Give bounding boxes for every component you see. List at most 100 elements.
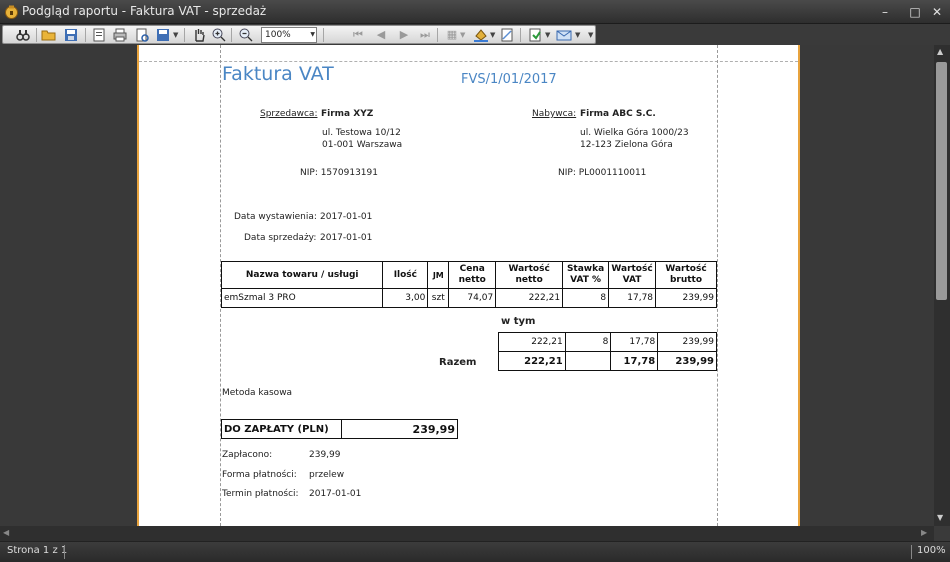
last-page-icon[interactable]: ⏭ xyxy=(417,27,433,43)
summary-rate-cell: 8 xyxy=(564,332,612,352)
summary-vat-cell: 17,78 xyxy=(610,332,659,352)
toolbar: ▼ 100% ▼ ⏮ ◀ ▶ ⏭ ▦ ▼ ▼ ▼ ▼ ▼ xyxy=(2,25,596,44)
header-cell: JM xyxy=(427,261,450,289)
vat-rate-cell: 8 xyxy=(562,288,610,308)
zoom-select[interactable]: 100% ▼ xyxy=(261,27,317,43)
minimize-button[interactable]: – xyxy=(874,3,896,21)
export-icon[interactable] xyxy=(155,27,171,43)
report-preview-window: Podgląd raportu - Faktura VAT - sprzedaż… xyxy=(0,0,950,562)
gross-value-cell: 239,99 xyxy=(655,288,717,308)
send-email-icon[interactable] xyxy=(556,27,572,43)
paid-value: 239,99 xyxy=(309,450,341,460)
background-dropdown-arrow[interactable]: ▼ xyxy=(490,27,495,43)
table-header-row: Nazwa towaru / usługi Ilość JM Cena nett… xyxy=(220,261,717,289)
hand-tool-icon[interactable] xyxy=(191,27,207,43)
buyer-name: Firma ABC S.C. xyxy=(580,109,656,119)
horizontal-scrollbar[interactable]: ◀ ▶ xyxy=(0,526,934,541)
sale-date-label: Data sprzedaży: xyxy=(244,233,317,243)
margin-guide-top xyxy=(139,61,798,62)
unit-cell: szt xyxy=(427,288,450,308)
chevron-down-icon: ▼ xyxy=(310,31,315,38)
total-row: 222,21 17,78 239,99 xyxy=(498,351,717,371)
export-dropdown-arrow[interactable]: ▼ xyxy=(173,27,178,43)
close-button[interactable]: ✕ xyxy=(926,3,948,21)
vat-summary-table: 222,21 8 17,78 239,99 222,21 17,78 239,9… xyxy=(498,332,717,371)
print-icon[interactable] xyxy=(112,27,128,43)
seller-city: 01-001 Warszawa xyxy=(322,140,403,150)
payment-deadline-value: 2017-01-01 xyxy=(309,489,362,499)
zoom-out-icon[interactable] xyxy=(238,27,254,43)
vertical-scroll-thumb[interactable] xyxy=(936,62,947,300)
header-cell: Ilość xyxy=(382,261,429,289)
prev-page-icon[interactable]: ◀ xyxy=(373,27,389,43)
vat-value-cell: 17,78 xyxy=(608,288,657,308)
send-email-dropdown-arrow[interactable]: ▼ xyxy=(575,27,580,43)
issue-date-value: 2017-01-01 xyxy=(320,212,373,222)
seller-name: Firma XYZ xyxy=(321,109,374,119)
seller-street: ul. Testowa 10/12 xyxy=(322,128,401,138)
page-counter: Strona 1 z 1 xyxy=(7,545,68,556)
multipage-icon[interactable]: ▦ xyxy=(444,27,460,43)
items-table: Nazwa towaru / usługi Ilość JM Cena nett… xyxy=(220,261,717,308)
payment-deadline-label: Termin płatności: xyxy=(222,489,299,499)
background-color-icon[interactable] xyxy=(473,27,489,43)
quantity-cell: 3,00 xyxy=(382,288,429,308)
buyer-nip: NIP: PL0001110011 xyxy=(558,168,647,178)
total-net-cell: 222,21 xyxy=(498,351,566,371)
invoice-title: Faktura VAT xyxy=(222,63,334,85)
export-document-icon[interactable] xyxy=(527,27,543,43)
summary-net-cell: 222,21 xyxy=(498,332,566,352)
next-page-icon[interactable]: ▶ xyxy=(396,27,412,43)
buyer-city: 12-123 Zielona Góra xyxy=(580,140,673,150)
issue-date-label: Data wystawienia: xyxy=(234,212,317,222)
vat-breakdown-row: 222,21 8 17,78 239,99 xyxy=(498,332,717,352)
open-icon[interactable] xyxy=(41,27,57,43)
multipage-dropdown-arrow[interactable]: ▼ xyxy=(460,27,465,43)
margin-guide-right xyxy=(717,45,718,526)
zoom-in-icon[interactable] xyxy=(211,27,227,43)
buyer-label: Nabywca: xyxy=(532,109,577,119)
amount-due-label: DO ZAPŁATY (PLN) xyxy=(221,419,342,439)
maximize-button[interactable]: □ xyxy=(904,3,926,21)
amount-due-table: DO ZAPŁATY (PLN) 239,99 xyxy=(221,419,459,439)
total-gross-cell: 239,99 xyxy=(657,351,717,371)
window-title: Podgląd raportu - Faktura VAT - sprzedaż xyxy=(22,4,267,18)
report-page: Faktura VAT FVS/1/01/2017 Sprzedawca: Fi… xyxy=(137,45,800,526)
amount-due-row: DO ZAPŁATY (PLN) 239,99 xyxy=(221,419,459,439)
watermark-icon[interactable] xyxy=(499,27,515,43)
status-zoom: 100% xyxy=(917,545,946,556)
status-divider xyxy=(64,545,65,559)
scroll-up-icon[interactable]: ▲ xyxy=(937,47,943,56)
total-vat-cell: 17,78 xyxy=(610,351,659,371)
unit-price-cell: 74,07 xyxy=(448,288,497,308)
table-row: emSzmal 3 PRO 3,00 szt 74,07 222,21 8 17… xyxy=(220,288,717,308)
toolbar-overflow-arrow[interactable]: ▼ xyxy=(588,27,593,43)
save-icon[interactable] xyxy=(63,27,79,43)
first-page-icon[interactable]: ⏮ xyxy=(350,27,366,43)
page-setup-icon[interactable] xyxy=(91,27,107,43)
payment-form-value: przelew xyxy=(309,470,345,480)
payment-form-label: Forma płatności: xyxy=(222,470,297,480)
wtym-label: w tym xyxy=(501,316,536,327)
seller-nip: NIP: 1570913191 xyxy=(300,168,378,178)
payment-method: Metoda kasowa xyxy=(222,388,293,398)
status-bar: Strona 1 z 1 100% xyxy=(0,541,950,562)
header-cell: Wartość brutto xyxy=(655,261,717,289)
total-rate-cell xyxy=(564,351,612,371)
report-viewport[interactable]: Faktura VAT FVS/1/01/2017 Sprzedawca: Fi… xyxy=(0,45,934,526)
header-cell: Stawka VAT % xyxy=(562,261,610,289)
buyer-street: ul. Wielka Góra 1000/23 xyxy=(580,128,689,138)
zoom-value: 100% xyxy=(265,30,291,40)
total-label: Razem xyxy=(439,357,477,368)
scroll-right-icon[interactable]: ▶ xyxy=(921,528,927,537)
app-icon xyxy=(5,5,18,19)
binoculars-icon[interactable] xyxy=(15,27,31,43)
print-preview-icon[interactable] xyxy=(134,27,150,43)
summary-gross-cell: 239,99 xyxy=(657,332,717,352)
export-document-dropdown-arrow[interactable]: ▼ xyxy=(545,27,550,43)
header-cell: Cena netto xyxy=(448,261,497,289)
scroll-down-icon[interactable]: ▼ xyxy=(937,513,943,522)
seller-label: Sprzedawca: xyxy=(260,109,318,119)
sale-date-value: 2017-01-01 xyxy=(320,233,373,243)
scroll-left-icon[interactable]: ◀ xyxy=(3,528,9,537)
